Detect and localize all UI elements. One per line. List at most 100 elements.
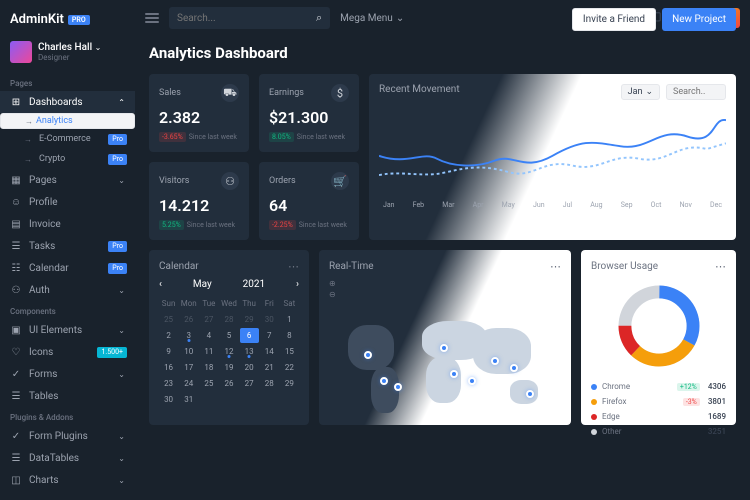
stat-visitors: Visitors⚇ 14.212 5.25%Since last week — [149, 162, 249, 240]
sidebar-item-crypto[interactable]: →CryptoPro — [0, 149, 135, 169]
cal-day[interactable]: 2 — [159, 328, 178, 343]
legend-row: Firefox-3%3801 — [591, 394, 726, 409]
user-name: Charles Hall ⌄ — [38, 42, 101, 53]
invite-button[interactable]: Invite a Friend — [572, 8, 656, 31]
chart-x-axis: JanFebMarAprMayJunJulAugSepOctNovDec — [379, 201, 726, 209]
cal-day[interactable]: 20 — [240, 360, 259, 375]
world-map[interactable] — [329, 305, 561, 435]
sidebar-item-tables[interactable]: ☰Tables — [0, 385, 135, 407]
sidebar-item-analytics[interactable]: →Analytics — [0, 113, 135, 129]
list-icon: ☰ — [10, 452, 22, 464]
cal-day[interactable]: 28 — [260, 376, 279, 391]
cal-day[interactable]: 12 — [219, 344, 238, 359]
zoom-out-icon[interactable]: ⊖ — [329, 290, 561, 299]
sidebar-item-forms[interactable]: ✓Forms⌄ — [0, 363, 135, 385]
search-icon[interactable]: ⌕ — [316, 11, 322, 25]
cal-next[interactable]: › — [296, 279, 299, 290]
mega-menu[interactable]: Mega Menu⌄ — [340, 13, 404, 24]
user-icon: ☺ — [10, 196, 22, 208]
new-project-button[interactable]: New Project — [662, 8, 736, 31]
cal-day[interactable]: 21 — [260, 360, 279, 375]
cal-day[interactable]: 1 — [280, 312, 299, 327]
cal-day[interactable]: 3 — [179, 328, 198, 343]
check-icon: ✓ — [10, 430, 22, 442]
stat-value: 2.382 — [159, 108, 239, 127]
cal-day[interactable]: 31 — [179, 392, 198, 407]
chevron-down-icon: ⌄ — [396, 13, 404, 24]
sidebar-item-profile[interactable]: ☺Profile — [0, 191, 135, 213]
cal-day[interactable]: 8 — [280, 328, 299, 343]
truck-icon: ⛟ — [221, 84, 239, 102]
chart-recent-movement: Recent Movement Jan⌄ JanFebMarAprMayJunJ… — [369, 74, 736, 240]
sidebar-item-icons[interactable]: ♡Icons1.500+ — [0, 341, 135, 363]
cal-day[interactable]: 18 — [199, 360, 218, 375]
more-icon[interactable]: ⋯ — [715, 260, 726, 273]
user-role: Designer — [38, 53, 101, 62]
table-icon: ☰ — [10, 390, 22, 402]
sidebar-item-ecommerce[interactable]: →E-CommercePro — [0, 129, 135, 149]
sidebar-item-uielements[interactable]: ▣UI Elements⌄ — [0, 319, 135, 341]
dollar-icon: $ — [331, 84, 349, 102]
chevron-down-icon: ⌄ — [95, 43, 102, 52]
chart-icon: ◫ — [10, 474, 22, 486]
sidebar-item-datatables[interactable]: ☰DataTables⌄ — [0, 447, 135, 469]
cal-day[interactable]: 6 — [240, 328, 259, 343]
cal-day[interactable]: 22 — [280, 360, 299, 375]
more-icon[interactable]: ⋯ — [288, 260, 299, 273]
cal-day[interactable]: 10 — [179, 344, 198, 359]
cal-day[interactable]: 25 — [199, 376, 218, 391]
cal-day[interactable]: 7 — [260, 328, 279, 343]
sidebar-item-charts[interactable]: ◫Charts⌄ — [0, 469, 135, 491]
legend-row: Chrome+12%4306 — [591, 379, 726, 394]
grid-icon: ⊞ — [10, 96, 22, 108]
cal-day[interactable]: 4 — [199, 328, 218, 343]
sidebar-item-dashboards[interactable]: ⊞ Dashboards⌃ — [0, 91, 135, 113]
briefcase-icon: ▣ — [10, 324, 22, 336]
zoom-in-icon[interactable]: ⊕ — [329, 279, 561, 288]
cal-day[interactable]: 23 — [159, 376, 178, 391]
users-icon: ⚇ — [10, 284, 22, 296]
calendar-icon: ☷ — [10, 262, 22, 274]
calendar-grid: SunMonTueWedThuFriSat2526272829301234567… — [159, 296, 299, 407]
section-components: Components — [0, 301, 135, 319]
cart-icon: 🛒 — [331, 172, 349, 190]
cal-day[interactable]: 29 — [280, 376, 299, 391]
cal-day[interactable]: 9 — [159, 344, 178, 359]
sidebar-item-invoice[interactable]: ▤Invoice — [0, 213, 135, 235]
sidebar-item-calendar[interactable]: ☷CalendarPro — [0, 257, 135, 279]
cal-day[interactable]: 14 — [260, 344, 279, 359]
sidebar-item-pages[interactable]: ▦Pages⌄ — [0, 169, 135, 191]
cal-day[interactable]: 11 — [199, 344, 218, 359]
cal-day[interactable]: 5 — [219, 328, 238, 343]
cal-day[interactable]: 24 — [179, 376, 198, 391]
sidebar-item-formplugins[interactable]: ✓Form Plugins⌄ — [0, 425, 135, 447]
cal-day[interactable]: 17 — [179, 360, 198, 375]
hamburger-icon[interactable] — [145, 13, 159, 23]
browser-legend: Chrome+12%4306Firefox-3%3801Edge1689Othe… — [591, 379, 726, 439]
chevron-up-icon: ⌃ — [118, 98, 125, 107]
search-input[interactable] — [177, 13, 310, 24]
cal-day[interactable]: 15 — [280, 344, 299, 359]
pro-badge: PRO — [68, 15, 90, 25]
cal-day[interactable]: 19 — [219, 360, 238, 375]
brand[interactable]: AdminKit PRO — [0, 8, 135, 37]
cal-day[interactable]: 30 — [159, 392, 178, 407]
stat-earnings: Earnings$ $21.300 8.05%Since last week — [259, 74, 359, 152]
sidebar-item-tasks[interactable]: ☰TasksPro — [0, 235, 135, 257]
cal-day[interactable]: 26 — [219, 376, 238, 391]
sidebar-item-auth[interactable]: ⚇Auth⌄ — [0, 279, 135, 301]
range-select[interactable]: Jan⌄ — [621, 84, 660, 100]
more-icon[interactable]: ⋯ — [550, 260, 561, 273]
cal-day[interactable]: 16 — [159, 360, 178, 375]
cal-day[interactable]: 27 — [240, 376, 259, 391]
users-icon: ⚇ — [221, 172, 239, 190]
legend-row: Edge1689 — [591, 409, 726, 424]
realtime-map: Real-Time⋯ ⊕ ⊖ — [319, 250, 571, 425]
cal-prev[interactable]: ‹ — [159, 279, 162, 290]
search-box[interactable]: ⌕ — [169, 7, 330, 29]
chart-search-input[interactable] — [666, 84, 726, 100]
layout-icon: ▦ — [10, 174, 22, 186]
user-block[interactable]: Charles Hall ⌄ Designer — [0, 37, 135, 73]
stat-value: $21.300 — [269, 108, 349, 127]
cal-day[interactable]: 13 — [240, 344, 259, 359]
